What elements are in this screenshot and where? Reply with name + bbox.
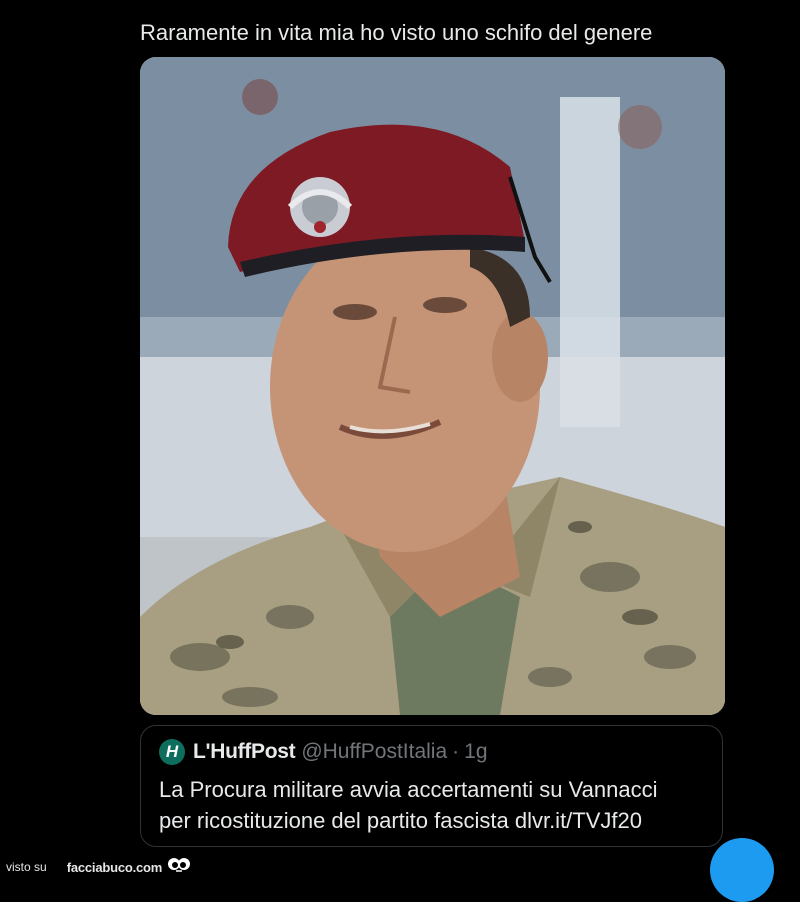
soldier-portrait-image [140, 57, 725, 715]
quoted-tweet-header: H L'HuffPost @HuffPostItalia · 1g [159, 738, 488, 766]
avatar-letter: H [165, 742, 179, 761]
quoted-tweet-card[interactable]: H L'HuffPost @HuffPostItalia · 1g La Pro… [140, 725, 723, 847]
tweet-photo[interactable] [140, 57, 725, 715]
quoted-tweet-text-line-1: La Procura militare avvia accertamenti s… [159, 777, 658, 802]
facciabuco-watermark: visto su facciabuco.com [6, 857, 191, 877]
quoted-tweet-text-line-2: per ricostituzione del partito fascista … [159, 808, 642, 833]
quoted-tweet-time[interactable]: 1g [464, 740, 487, 764]
quoted-account-handle[interactable]: @HuffPostItalia [301, 740, 447, 764]
quoted-account-name[interactable]: L'HuffPost [193, 740, 296, 764]
watermark-prefix: visto su [6, 860, 47, 874]
tweet-text: Raramente in vita mia ho visto uno schif… [140, 20, 653, 45]
googly-eyes-icon [167, 857, 191, 878]
header-separator: · [452, 740, 460, 763]
quoted-tweet-text: La Procura militare avvia accertamenti s… [159, 774, 709, 836]
compose-button[interactable] [710, 838, 774, 902]
watermark-site: facciabuco.com [66, 859, 163, 875]
huffpost-avatar[interactable]: H [159, 739, 185, 765]
